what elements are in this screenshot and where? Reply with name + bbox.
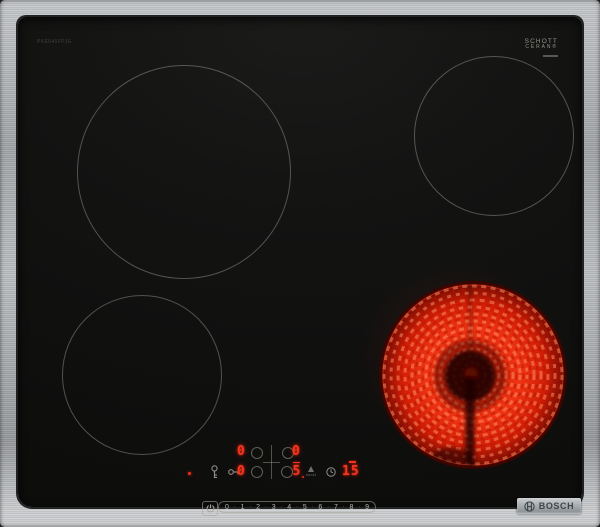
display-back-left: 0 [237, 445, 245, 458]
display-front-right: 5 [293, 465, 301, 478]
slider-separator-dot: · [265, 504, 267, 510]
zone-select-front-left[interactable] [251, 466, 263, 478]
boost-triangle-icon [308, 466, 314, 472]
power-boost-icon[interactable]: boost [304, 466, 318, 477]
slider-level-0[interactable]: 0 [225, 504, 229, 511]
schott-ceran-print: SCHOTT CERAN® [514, 38, 558, 57]
cooking-zone-back-right [414, 56, 574, 216]
slider-separator-dot: · [249, 504, 251, 510]
slider-level-8[interactable]: 8 [350, 504, 354, 511]
display-back-right: 0 [292, 445, 300, 458]
bosch-armature-icon [524, 501, 535, 512]
cooktop-photo: PKE645FP1E SCHOTT CERAN® 0 0 [0, 0, 600, 527]
slider-level-9[interactable]: 9 [365, 504, 369, 511]
standby-power-icon [206, 504, 215, 513]
timer-display: 15 [342, 465, 360, 478]
timer-clock-icon[interactable] [326, 467, 336, 477]
power-button[interactable] [202, 501, 218, 516]
slider-separator-dot: · [296, 504, 298, 510]
timer-bar [349, 461, 356, 463]
slider-separator-dot: · [312, 504, 314, 510]
model-number-print: PKE645FP1E [37, 39, 72, 45]
ceran-text: CERAN® [514, 45, 558, 51]
slider-separator-dot: · [343, 504, 345, 510]
slider-separator-dot: · [234, 504, 236, 510]
cooking-zone-front-right-active [377, 279, 569, 471]
ceramic-glass-surface: PKE645FP1E SCHOTT CERAN® 0 0 [18, 17, 582, 507]
cooking-zone-front-left [62, 295, 222, 455]
bosch-logo-text: BOSCH [539, 502, 575, 511]
zone-select-back-left[interactable] [251, 447, 263, 459]
slider-level-2[interactable]: 2 [256, 504, 260, 511]
zone-select-front-right[interactable] [281, 466, 293, 478]
fine-print-line [543, 55, 558, 57]
slider-level-5[interactable]: 5 [303, 504, 307, 511]
slider-level-3[interactable]: 3 [272, 504, 276, 511]
display-front-left: 0 [237, 465, 245, 478]
slider-level-4[interactable]: 4 [287, 504, 291, 511]
display-divider-horizontal [263, 462, 280, 463]
cooking-zone-back-left [77, 65, 291, 279]
slider-level-7[interactable]: 7 [334, 504, 338, 511]
slider-separator-dot: · [327, 504, 329, 510]
power-slider[interactable]: 0 · 1 · 2 · 3 · 4 · 5 · 6 · 7 · 8 · 9 [218, 501, 376, 513]
boost-bar-front-right [293, 462, 300, 464]
slider-level-6[interactable]: 6 [318, 504, 322, 511]
bosch-logo-badge: BOSCH [517, 498, 581, 514]
slider-separator-dot: · [280, 504, 282, 510]
slider-separator-dot: · [358, 504, 360, 510]
residual-heat-indicator-dot [188, 472, 191, 475]
child-lock-key-icon[interactable] [209, 465, 220, 479]
boost-label: boost [304, 473, 318, 477]
slider-level-1[interactable]: 1 [241, 504, 245, 511]
